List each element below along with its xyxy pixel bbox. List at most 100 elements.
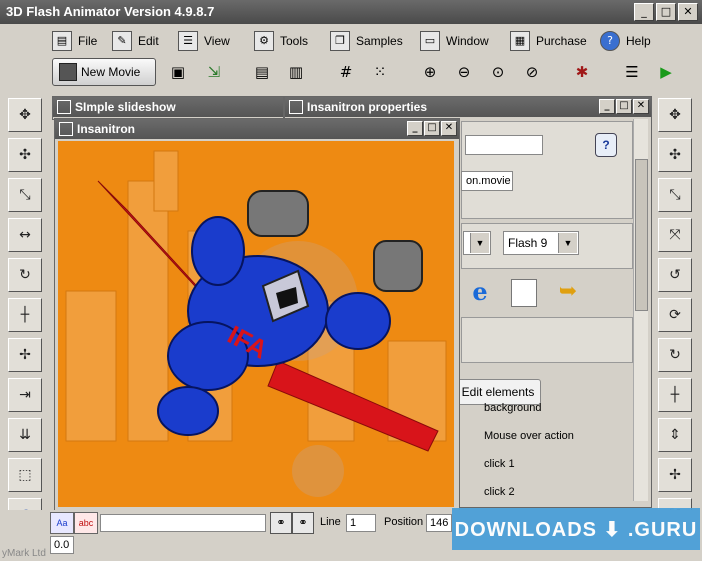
move-xyz-tool-icon[interactable]: ✣	[658, 138, 692, 172]
stage-window: Insanitron _ □ ✕ IFA	[54, 118, 460, 512]
menu-purchase[interactable]: ▦ Purchase	[510, 30, 587, 52]
value-field[interactable]: 0.0	[50, 536, 74, 554]
list-item[interactable]: Mouse over action	[476, 424, 626, 448]
file-icon: ▤	[52, 31, 72, 51]
rotate-y-tool-icon[interactable]: ↺	[658, 258, 692, 292]
minimize-button[interactable]: _	[599, 99, 615, 114]
find-next-icon[interactable]: ⚭	[292, 512, 314, 534]
help-icon[interactable]: ?	[595, 133, 617, 157]
expand-tool-icon[interactable]: ✢	[8, 338, 42, 372]
maximize-button[interactable]: □	[656, 3, 676, 21]
scale-xyz-tool-icon[interactable]: ⤧	[658, 218, 692, 252]
app-title: 3D Flash Animator Version 4.9.8.7	[6, 4, 215, 19]
menu-edit[interactable]: ✎ Edit	[112, 30, 159, 52]
cart-icon: ▦	[510, 31, 530, 51]
name-field[interactable]	[465, 135, 543, 155]
document-icon[interactable]	[511, 279, 537, 307]
snap-grid-icon[interactable]: ⁙	[370, 62, 390, 82]
list-item[interactable]: click 2	[476, 480, 626, 504]
menu-view-label: View	[204, 34, 230, 48]
publish-icon[interactable]: ➥	[553, 277, 583, 305]
animation-stage[interactable]: IFA	[58, 141, 454, 507]
select-rect-tool-icon[interactable]: ⬚	[8, 458, 42, 492]
zoom-out-icon[interactable]: ⊖	[454, 62, 474, 82]
window-controls: _ □ ✕	[634, 3, 698, 21]
menu-help[interactable]: ? Help	[600, 30, 651, 52]
properties-window-title: Insanitron properties	[307, 100, 428, 114]
line-field[interactable]: 1	[346, 514, 376, 532]
zoom-reset-icon[interactable]: ⊘	[522, 62, 542, 82]
properties-scrollbar[interactable]	[633, 119, 648, 501]
move-xy-tool-icon[interactable]: ✥	[658, 98, 692, 132]
new-movie-button[interactable]: New Movie	[52, 58, 156, 86]
crosshair-tool-icon[interactable]: ┼	[8, 298, 42, 332]
maximize-button[interactable]: □	[424, 121, 440, 136]
diagonal-tool-icon[interactable]: ⤡	[658, 178, 692, 212]
properties-window-controls: _ □ ✕	[599, 99, 649, 114]
element-label: background	[484, 402, 542, 414]
rotate-x-tool-icon[interactable]: ⟳	[658, 298, 692, 332]
flash-version-select[interactable]: Flash 9 ▼	[503, 231, 579, 255]
scale-tool-icon[interactable]: ⤡	[8, 178, 42, 212]
debug-bug-icon[interactable]: ✱	[572, 62, 592, 82]
menu-samples-label: Samples	[356, 34, 403, 48]
browser-icon[interactable]: e	[465, 277, 495, 307]
text-font-icon[interactable]: Aa	[50, 512, 74, 534]
text-input[interactable]	[100, 514, 266, 532]
stage-window-header[interactable]: Insanitron _ □ ✕	[55, 119, 459, 139]
slideshow-window-title: SImple slideshow	[75, 100, 176, 114]
close-button[interactable]: ✕	[678, 3, 698, 21]
position-field[interactable]: 146	[426, 514, 452, 532]
save-icon[interactable]: ▤	[252, 62, 272, 82]
picture-icon[interactable]: ▣	[168, 62, 188, 82]
menu-view[interactable]: ☰ View	[178, 30, 230, 52]
squeeze-tool-icon[interactable]: ⇥	[8, 378, 42, 412]
move-3d-tool-icon[interactable]: ✣	[8, 138, 42, 172]
export-type-select[interactable]: ▼	[463, 231, 491, 255]
close-button[interactable]: ✕	[441, 121, 457, 136]
new-movie-label: New Movie	[81, 65, 141, 79]
toolbar: New Movie ▣ ⇲ ▤ ▥ # ⁙ ⊕ ⊖ ⊙ ⊘ ✱ ☰ ▶	[0, 56, 702, 92]
binoculars-icon[interactable]: ⚭	[270, 512, 292, 534]
open-folder-icon[interactable]: ⇲	[204, 62, 224, 82]
menu-file-label: File	[78, 34, 98, 48]
list-icon[interactable]: ☰	[622, 62, 642, 82]
maximize-button[interactable]: □	[616, 99, 632, 114]
list-item[interactable]: background	[476, 396, 626, 420]
scrollbar-thumb[interactable]	[635, 159, 648, 311]
minimize-button[interactable]: _	[407, 121, 423, 136]
align-tool-icon[interactable]: ⇊	[8, 418, 42, 452]
compress-tool-icon[interactable]: ⇕	[658, 418, 692, 452]
rotate-z-tool-icon[interactable]: ↻	[658, 338, 692, 372]
grid-icon[interactable]: #	[336, 62, 356, 82]
element-label: click 2	[484, 486, 515, 498]
slideshow-window[interactable]: SImple slideshow	[52, 96, 284, 120]
spellcheck-icon[interactable]: abc	[74, 512, 98, 534]
minimize-button[interactable]: _	[634, 3, 654, 21]
help-icon: ?	[600, 31, 620, 51]
expand-all-tool-icon[interactable]: ✢	[658, 458, 692, 492]
slideshow-window-header[interactable]: SImple slideshow	[53, 97, 283, 117]
close-button[interactable]: ✕	[633, 99, 649, 114]
movie-file-field[interactable]: on.movie	[461, 171, 513, 191]
menu-tools[interactable]: ⚙ Tools	[254, 30, 308, 52]
move-tool-icon[interactable]: ✥	[8, 98, 42, 132]
zoom-in-icon[interactable]: ⊕	[420, 62, 440, 82]
properties-window-header[interactable]: Insanitron properties _ □ ✕	[285, 97, 651, 117]
menu-samples[interactable]: ❐ Samples	[330, 30, 403, 52]
right-toolbox: ✥ ✣ ⤡ ⤧ ↺ ⟳ ↻ ┼ ⇕ ✢ ⛶	[658, 98, 694, 538]
list-item[interactable]: click 1	[476, 452, 626, 476]
menu-window-label: Window	[446, 34, 489, 48]
stretch-tool-icon[interactable]: ↔	[8, 218, 42, 252]
center-tool-icon[interactable]: ┼	[658, 378, 692, 412]
edit-icon: ✎	[112, 31, 132, 51]
zoom-fit-icon[interactable]: ⊙	[488, 62, 508, 82]
menu-window[interactable]: ▭ Window	[420, 30, 489, 52]
play-icon[interactable]: ▶	[656, 62, 676, 82]
element-label: click 1	[484, 458, 515, 470]
rotate-tool-icon[interactable]: ↻	[8, 258, 42, 292]
window-icon	[57, 100, 71, 114]
title-bar: 3D Flash Animator Version 4.9.8.7 _ □ ✕	[0, 0, 702, 24]
menu-file[interactable]: ▤ File	[52, 30, 97, 52]
save-all-icon[interactable]: ▥	[286, 62, 306, 82]
